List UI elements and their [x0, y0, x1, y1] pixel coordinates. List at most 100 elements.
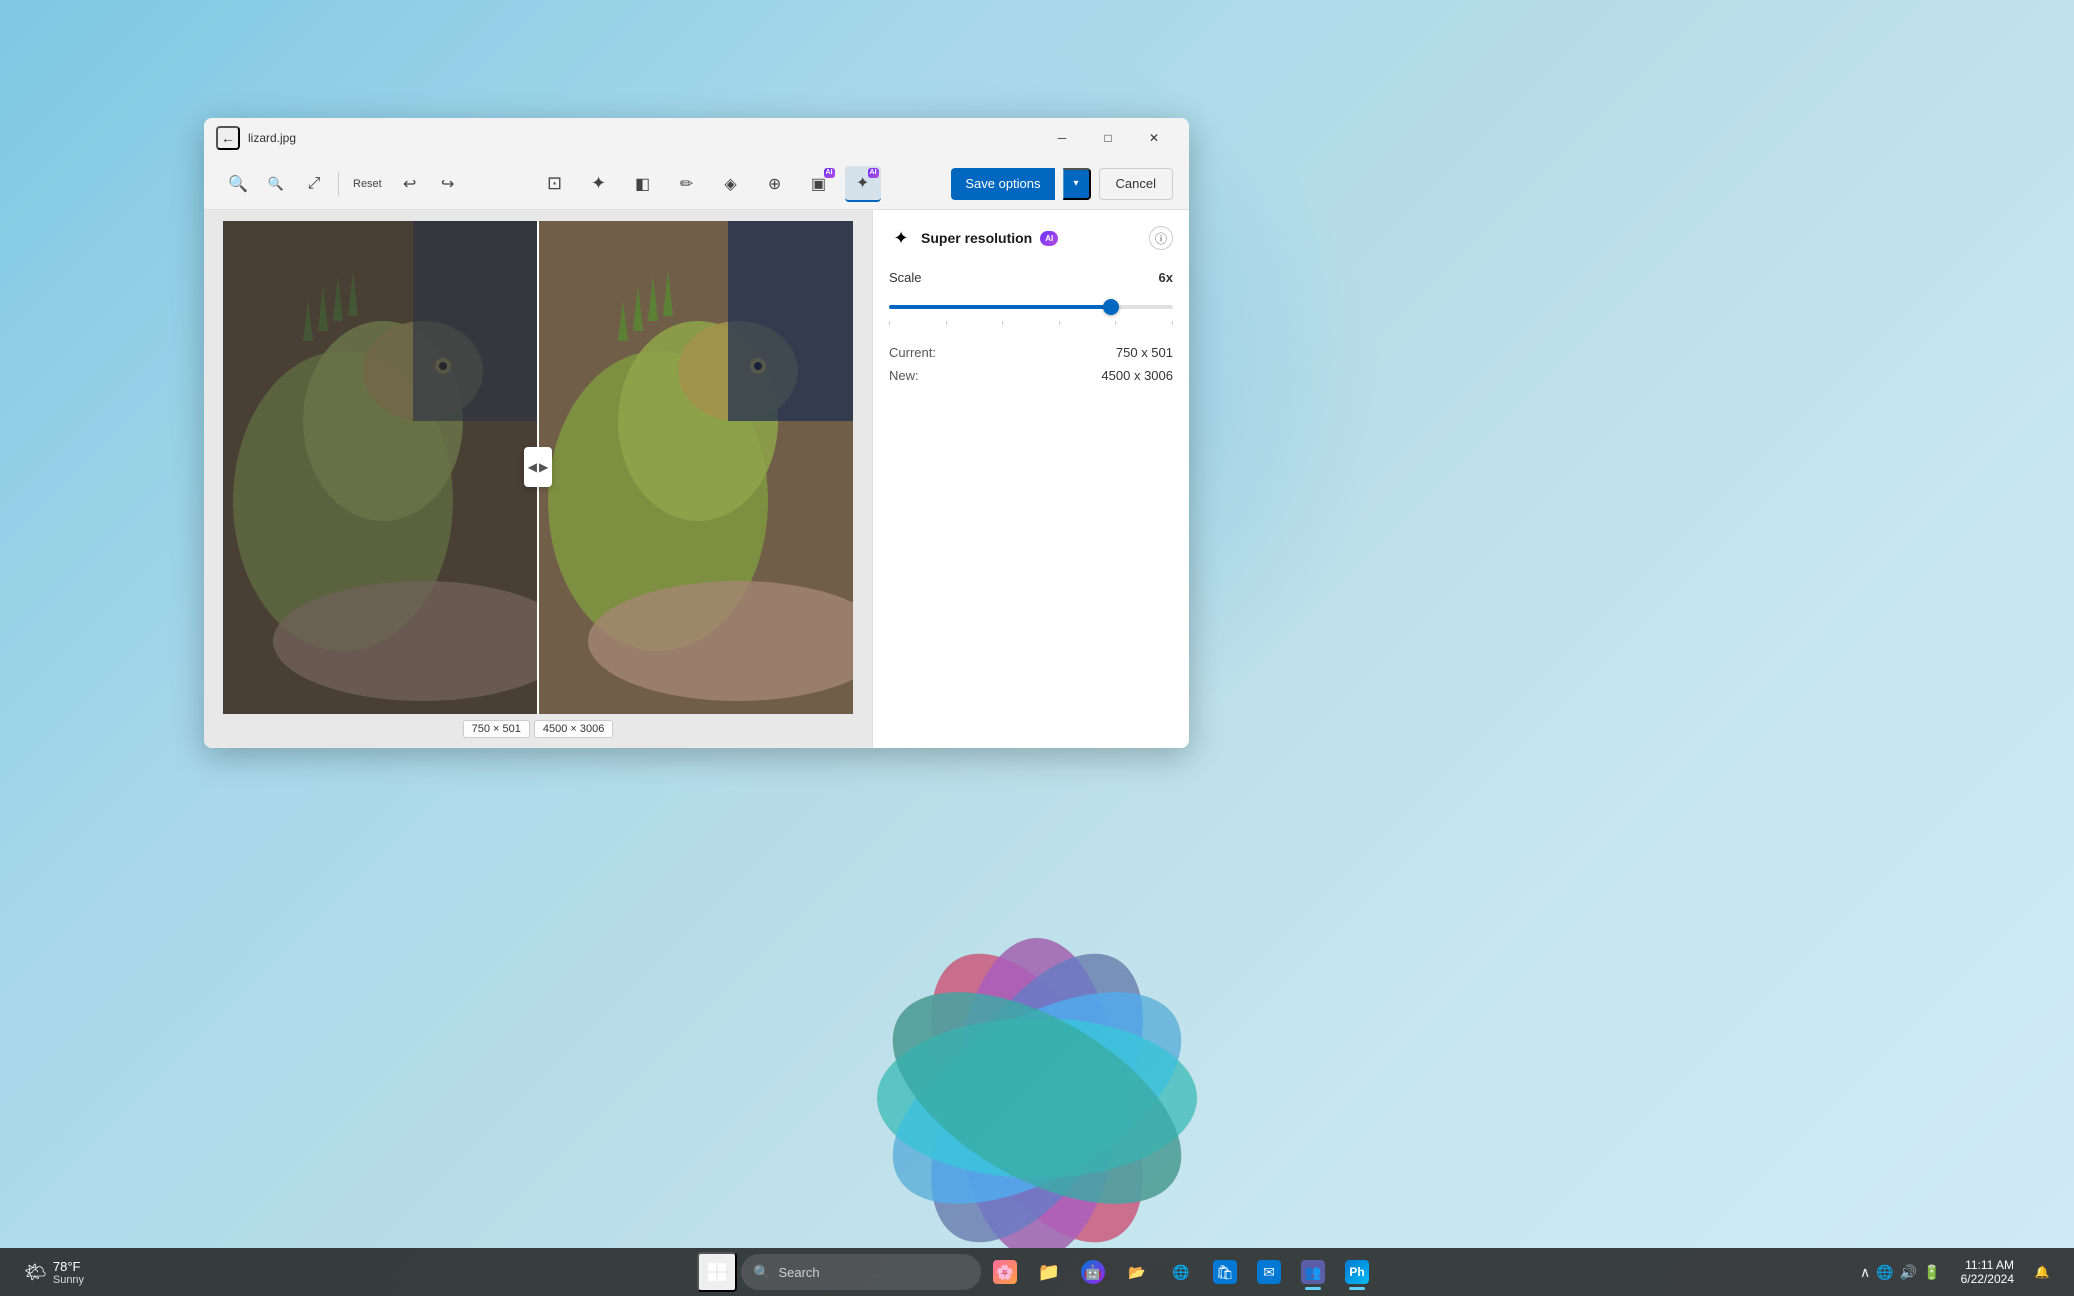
- new-size-label: 4500 × 3006: [534, 720, 613, 738]
- battery-icon[interactable]: 🔋: [1923, 1264, 1940, 1281]
- files-app-icon: 📂: [1125, 1260, 1149, 1284]
- app-window: ← lizard.jpg ─ □ ✕ 🔍 🔍 ⤢ Reset ↩ ↪: [204, 118, 1189, 748]
- search-bar[interactable]: 🔍 Search: [741, 1254, 981, 1290]
- taskbar-app-files[interactable]: 📂: [1117, 1252, 1157, 1292]
- store-app-icon: 🛍: [1213, 1260, 1237, 1284]
- redo-button[interactable]: ↪: [430, 166, 466, 202]
- slider-thumb[interactable]: [1103, 299, 1119, 315]
- erase-tool-button[interactable]: ◈: [713, 166, 749, 202]
- minimize-button[interactable]: ─: [1039, 122, 1085, 154]
- edge-app-icon: 🌐: [1169, 1260, 1193, 1284]
- start-sq-4: [718, 1273, 726, 1281]
- info-icon: ⓘ: [1155, 230, 1167, 247]
- scale-section: Scale 6x: [889, 270, 1173, 325]
- weather-icon: 🌤: [24, 1262, 47, 1283]
- scale-header: Scale 6x: [889, 270, 1173, 285]
- start-button[interactable]: [697, 1252, 737, 1292]
- notification-button[interactable]: 🔔: [2026, 1256, 2058, 1288]
- filter-icon: ◧: [635, 174, 650, 194]
- scale-value: 6x: [1159, 270, 1173, 285]
- photos-active-icon: Ph: [1345, 1260, 1369, 1284]
- zoom-in-button[interactable]: 🔍: [220, 166, 256, 202]
- photos-app-icon: 🌸: [993, 1260, 1017, 1284]
- window-controls: ─ □ ✕: [1039, 122, 1177, 154]
- separator-1: [338, 172, 339, 196]
- main-content: ◀▶ 750 × 501 4500 × 3006 ✦ Super resolut…: [204, 210, 1189, 748]
- right-panel: ✦ Super resolution AI ⓘ Scale 6x: [872, 210, 1189, 748]
- image-right-half: [538, 221, 853, 714]
- scale-slider-container[interactable]: [889, 297, 1173, 317]
- filter-tool-button[interactable]: ◧: [625, 166, 661, 202]
- maximize-button[interactable]: □: [1085, 122, 1131, 154]
- panel-ai-badge: AI: [1040, 231, 1058, 246]
- split-handle[interactable]: ◀▶: [524, 447, 552, 487]
- save-options-button[interactable]: Save options: [951, 168, 1054, 200]
- search-icon: 🔍: [753, 1264, 770, 1281]
- super-resolution-tool-button[interactable]: ✦ AI: [845, 166, 881, 202]
- toolbar-left: 🔍 🔍 ⤢ Reset ↩ ↪: [220, 166, 466, 202]
- overflow-tray-button[interactable]: ∧: [1860, 1264, 1870, 1281]
- taskbar-app-copilot[interactable]: 🤖: [1073, 1252, 1113, 1292]
- system-tray: ∧ 🌐 🔊 🔋: [1852, 1260, 1949, 1285]
- original-size-label: 750 × 501: [463, 720, 530, 738]
- sr-ai-badge: AI: [868, 168, 879, 178]
- taskbar-app-photos-active[interactable]: Ph: [1337, 1252, 1377, 1292]
- taskbar: 🌤 78°F Sunny 🔍 Search 🌸 �: [0, 1248, 2074, 1296]
- zoom-out-button[interactable]: 🔍: [258, 166, 294, 202]
- taskbar-left: 🌤 78°F Sunny: [16, 1255, 92, 1290]
- new-value: 4500 x 3006: [1101, 368, 1173, 383]
- split-handle-arrows: ◀▶: [528, 460, 548, 474]
- close-button[interactable]: ✕: [1131, 122, 1177, 154]
- taskbar-app-photos[interactable]: 🌸: [985, 1252, 1025, 1292]
- notification-icon: 🔔: [2035, 1265, 2050, 1279]
- current-value: 750 x 501: [1116, 345, 1173, 360]
- tick-3: [1002, 321, 1003, 325]
- zoom-out-icon: 🔍: [268, 176, 284, 192]
- slider-fill: [889, 305, 1111, 309]
- taskbar-app-explorer[interactable]: 📁: [1029, 1252, 1069, 1292]
- undo-button[interactable]: ↩: [392, 166, 428, 202]
- super-res-panel-icon: ✦: [893, 228, 908, 249]
- clock-time: 11:11 AM: [1961, 1258, 2014, 1272]
- reset-button[interactable]: Reset: [345, 174, 390, 194]
- fit-button[interactable]: ⤢: [296, 166, 332, 202]
- undo-icon: ↩: [403, 174, 416, 194]
- back-button[interactable]: ←: [216, 126, 240, 150]
- tick-4: [1059, 321, 1060, 325]
- scale-label: Scale: [889, 270, 922, 285]
- taskbar-app-store[interactable]: 🛍: [1205, 1252, 1245, 1292]
- taskbar-app-teams[interactable]: 👥: [1293, 1252, 1333, 1292]
- network-icon[interactable]: 🌐: [1876, 1264, 1893, 1281]
- current-label: Current:: [889, 345, 936, 360]
- teams-app-icon: 👥: [1301, 1260, 1325, 1284]
- draw-tool-button[interactable]: ✏: [669, 166, 705, 202]
- weather-widget[interactable]: 🌤 78°F Sunny: [16, 1255, 92, 1290]
- clock-date: 6/22/2024: [1961, 1272, 2014, 1286]
- image-labels: 750 × 501 4500 × 3006: [463, 720, 614, 738]
- taskbar-app-edge[interactable]: 🌐: [1161, 1252, 1201, 1292]
- lighting-icon: ✦: [591, 173, 606, 194]
- cancel-button[interactable]: Cancel: [1099, 168, 1173, 200]
- current-dim-row: Current: 750 x 501: [889, 345, 1173, 360]
- save-options-dropdown-button[interactable]: ▾: [1063, 168, 1091, 200]
- background-tool-button[interactable]: ▣ AI: [801, 166, 837, 202]
- toolbar-right: Save options ▾ Cancel: [951, 168, 1173, 200]
- spot-fix-icon: ⊕: [768, 174, 781, 194]
- chevron-down-icon: ▾: [1074, 178, 1079, 189]
- clock[interactable]: 11:11 AM 6/22/2024: [1953, 1256, 2022, 1288]
- start-sq-1: [708, 1263, 716, 1271]
- canvas-area: ◀▶ 750 × 501 4500 × 3006: [204, 210, 872, 748]
- crop-icon: ⊡: [547, 173, 562, 194]
- panel-title: Super resolution: [921, 230, 1032, 246]
- start-sq-2: [718, 1263, 726, 1271]
- toolbar-center: ⊡ ✦ ◧ ✏ ◈ ⊕ ▣ AI: [470, 166, 948, 202]
- zoom-in-icon: 🔍: [228, 174, 248, 194]
- new-dim-row: New: 4500 x 3006: [889, 368, 1173, 383]
- tick-2: [946, 321, 947, 325]
- taskbar-app-mail[interactable]: ✉: [1249, 1252, 1289, 1292]
- info-button[interactable]: ⓘ: [1149, 226, 1173, 250]
- lighting-tool-button[interactable]: ✦: [581, 166, 617, 202]
- spot-fix-button[interactable]: ⊕: [757, 166, 793, 202]
- volume-icon[interactable]: 🔊: [1900, 1264, 1917, 1281]
- crop-tool-button[interactable]: ⊡: [537, 166, 573, 202]
